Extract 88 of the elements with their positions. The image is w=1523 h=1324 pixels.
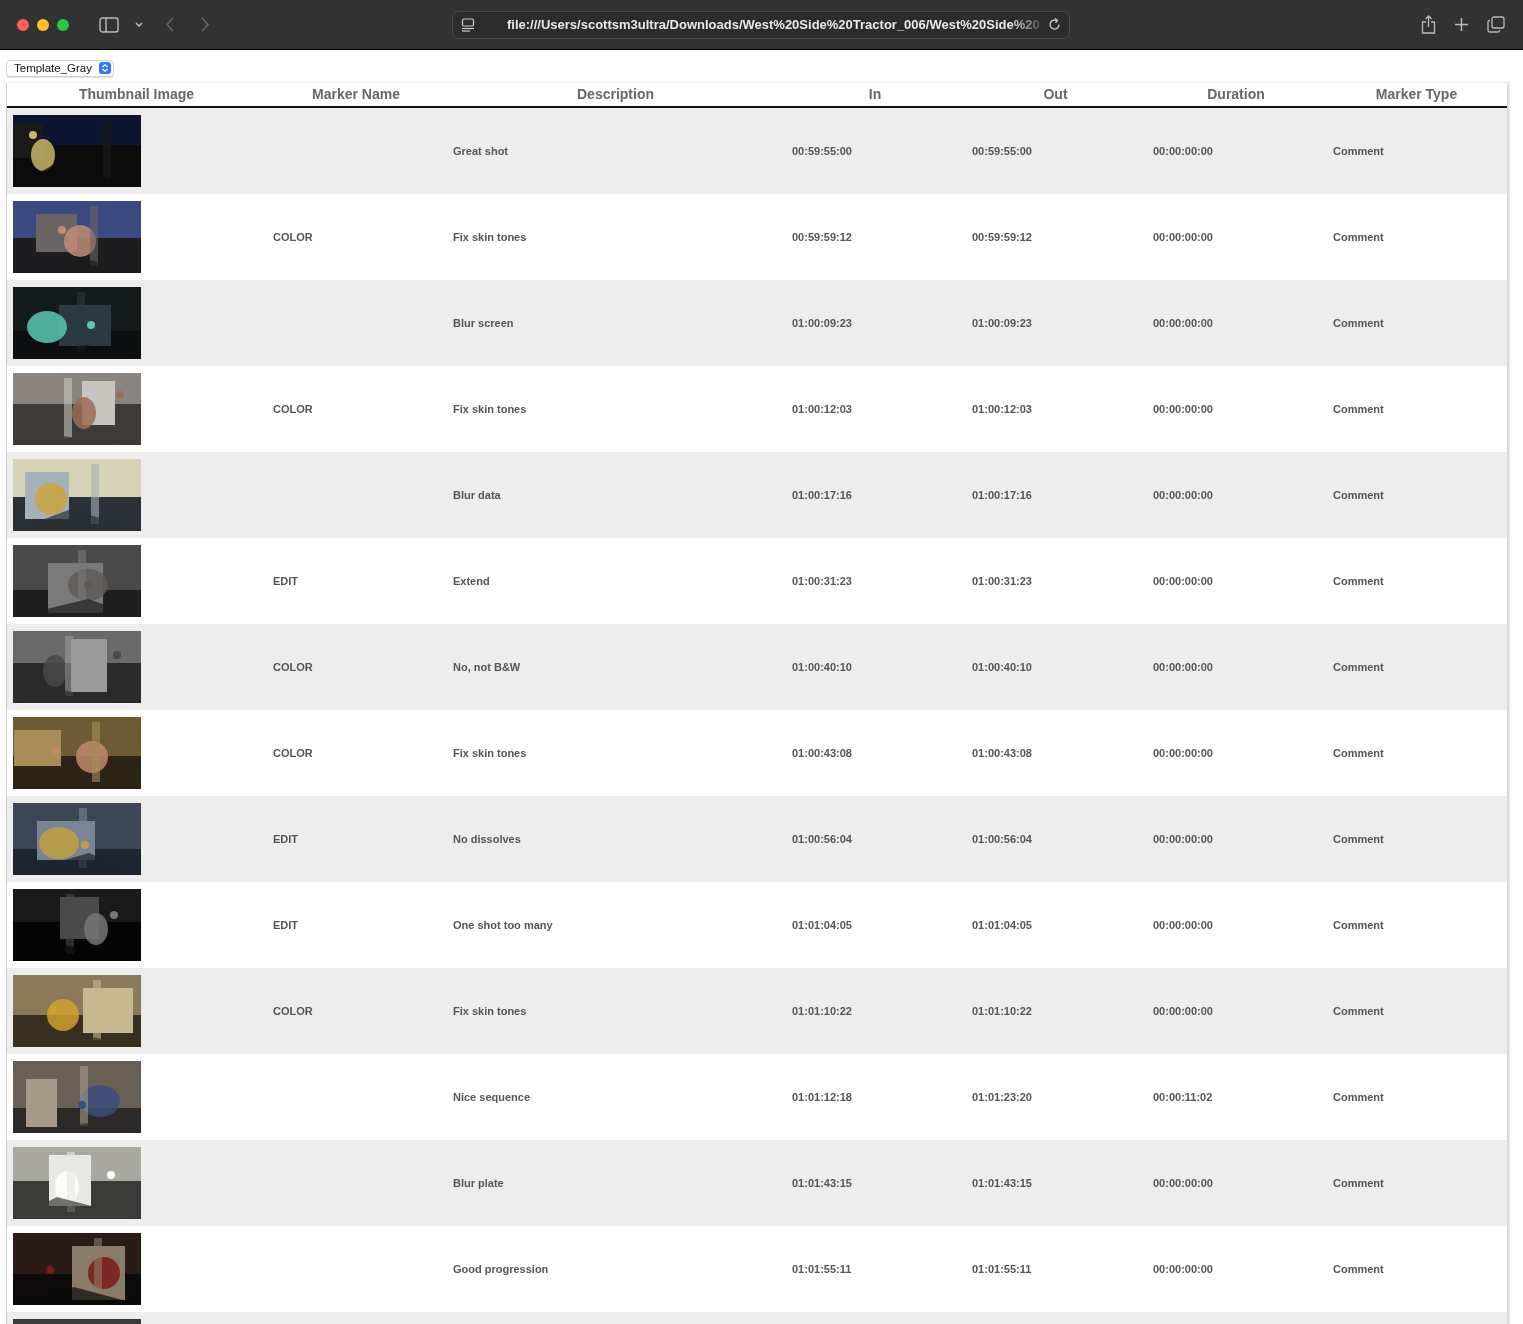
description-cell-text: Blur plate [452, 1176, 505, 1189]
marker-name-cell-text: COLOR [272, 1004, 314, 1017]
marker-type-cell-text: Comment [1332, 832, 1385, 845]
duration-cell-text: 00:00:00:00 [1152, 316, 1214, 329]
marker-type-cell-text: Comment [1332, 574, 1385, 587]
marker-type-cell-text: Comment [1332, 1176, 1385, 1189]
marker-name-cell-text: EDIT [272, 574, 300, 587]
marker-name-cell-text: COLOR [272, 402, 314, 415]
marker-type-cell-text: Comment [1332, 1004, 1385, 1017]
description-cell-text: Fix skin tones [452, 1004, 528, 1017]
column-header[interactable]: Description [446, 86, 785, 102]
in-timecode-cell-text: 01:00:31:23 [791, 574, 853, 587]
url-text: file:///Users/scottsm3ultra/Downloads/West%20Side%20Tractor_006/West%20Side%20 [507, 17, 1041, 32]
in-timecode-cell-text: 01:01:04:05 [791, 918, 853, 931]
marker-type-cell-text: Comment [1332, 1090, 1385, 1103]
out-timecode-cell-text: 01:00:17:16 [971, 488, 1033, 501]
marker-type-cell-text: Comment [1332, 488, 1385, 501]
duration-cell-text: 00:00:00:00 [1152, 1004, 1214, 1017]
column-header[interactable]: Out [965, 86, 1146, 102]
column-header[interactable]: Marker Type [1326, 86, 1507, 102]
marker-type-cell-text: Comment [1332, 918, 1385, 931]
out-timecode-cell-text: 01:01:10:22 [971, 1004, 1033, 1017]
in-timecode-cell-text: 01:01:10:22 [791, 1004, 853, 1017]
out-timecode-cell-text: 00:59:59:12 [971, 230, 1033, 243]
duration-cell-text: 00:00:00:00 [1152, 746, 1214, 759]
marker-type-cell-text: Comment [1332, 1262, 1385, 1275]
column-header[interactable]: Duration [1146, 86, 1326, 102]
duration-cell-text: 00:00:00:00 [1152, 1176, 1214, 1189]
duration-cell-text: 00:00:00:00 [1152, 918, 1214, 931]
out-timecode-cell-text: 01:00:43:08 [971, 746, 1033, 759]
marker-name-cell-text: EDIT [272, 918, 300, 931]
in-timecode-cell-text: 01:00:12:03 [791, 402, 853, 415]
duration-cell-text: 00:00:00:00 [1152, 832, 1214, 845]
out-timecode-cell-text: 00:59:55:00 [971, 144, 1033, 157]
description-cell-text: No dissolves [452, 832, 522, 845]
description-cell-text: One shot too many [452, 918, 554, 931]
duration-cell-text: 00:00:00:00 [1152, 488, 1214, 501]
description-cell-text: Blur screen [452, 316, 515, 329]
description-cell-text: Extend [452, 574, 491, 587]
in-timecode-cell-text: 01:00:09:23 [791, 316, 853, 329]
description-cell-text: Good progression [452, 1262, 550, 1275]
duration-cell-text: 00:00:00:00 [1152, 402, 1214, 415]
in-timecode-cell-text: 01:01:43:15 [791, 1176, 853, 1189]
in-timecode-cell-text: 00:59:55:00 [791, 144, 853, 157]
marker-name-cell-text: COLOR [272, 746, 314, 759]
duration-cell-text: 00:00:00:00 [1152, 574, 1214, 587]
marker-name-cell-text: COLOR [272, 660, 314, 673]
out-timecode-cell-text: 01:00:12:03 [971, 402, 1033, 415]
out-timecode-cell-text: 01:00:56:04 [971, 832, 1033, 845]
in-timecode-cell-text: 01:00:43:08 [791, 746, 853, 759]
marker-type-cell-text: Comment [1332, 660, 1385, 673]
out-timecode-cell-text: 01:00:31:23 [971, 574, 1033, 587]
description-cell-text: Fix skin tones [452, 402, 528, 415]
duration-cell-text: 00:00:00:00 [1152, 1262, 1214, 1275]
marker-name-cell-text: COLOR [272, 230, 314, 243]
in-timecode-cell-text: 01:00:56:04 [791, 832, 853, 845]
in-timecode-cell-text: 01:00:17:16 [791, 488, 853, 501]
marker-name-cell-text: EDIT [272, 832, 300, 845]
marker-type-cell-text: Comment [1332, 402, 1385, 415]
in-timecode-cell-text: 01:00:40:10 [791, 660, 853, 673]
in-timecode-cell-text: 00:59:59:12 [791, 230, 853, 243]
description-cell-text: Fix skin tones [452, 230, 528, 243]
description-cell-text: Fix skin tones [452, 746, 528, 759]
out-timecode-cell-text: 01:01:55:11 [971, 1262, 1033, 1275]
marker-type-cell-text: Comment [1332, 746, 1385, 759]
address-bar[interactable]: file:///Users/scottsm3ultra/Downloads/West%20Side%20Tractor_006/West%20Side%20 [452, 10, 1070, 39]
out-timecode-cell-text: 01:00:40:10 [971, 660, 1033, 673]
duration-cell-text: 00:00:00:00 [1152, 230, 1214, 243]
duration-cell-text: 00:00:00:00 [1152, 144, 1214, 157]
out-timecode-cell-text: 01:01:23:20 [971, 1090, 1033, 1103]
marker-type-cell-text: Comment [1332, 144, 1385, 157]
out-timecode-cell-text: 01:01:04:05 [971, 918, 1033, 931]
template-select[interactable]: Template_Gray [6, 59, 114, 77]
duration-cell-text: 00:00:11:02 [1152, 1090, 1214, 1103]
description-cell-text: Blur data [452, 488, 502, 501]
column-header[interactable]: In [785, 86, 965, 102]
description-cell-text: Great shot [452, 144, 509, 157]
column-header[interactable]: Marker Name [266, 86, 446, 102]
in-timecode-cell-text: 01:01:12:18 [791, 1090, 853, 1103]
marker-type-cell-text: Comment [1332, 230, 1385, 243]
description-cell-text: No, not B&W [452, 660, 522, 673]
description-cell-text: Nice sequence [452, 1090, 532, 1103]
marker-type-cell-text: Comment [1332, 316, 1385, 329]
in-timecode-cell-text: 01:01:55:11 [791, 1262, 853, 1275]
out-timecode-cell-text: 01:00:09:23 [971, 316, 1033, 329]
out-timecode-cell-text: 01:01:43:15 [971, 1176, 1033, 1189]
duration-cell-text: 00:00:00:00 [1152, 660, 1214, 673]
column-header[interactable]: Thumbnail Image [7, 86, 266, 102]
